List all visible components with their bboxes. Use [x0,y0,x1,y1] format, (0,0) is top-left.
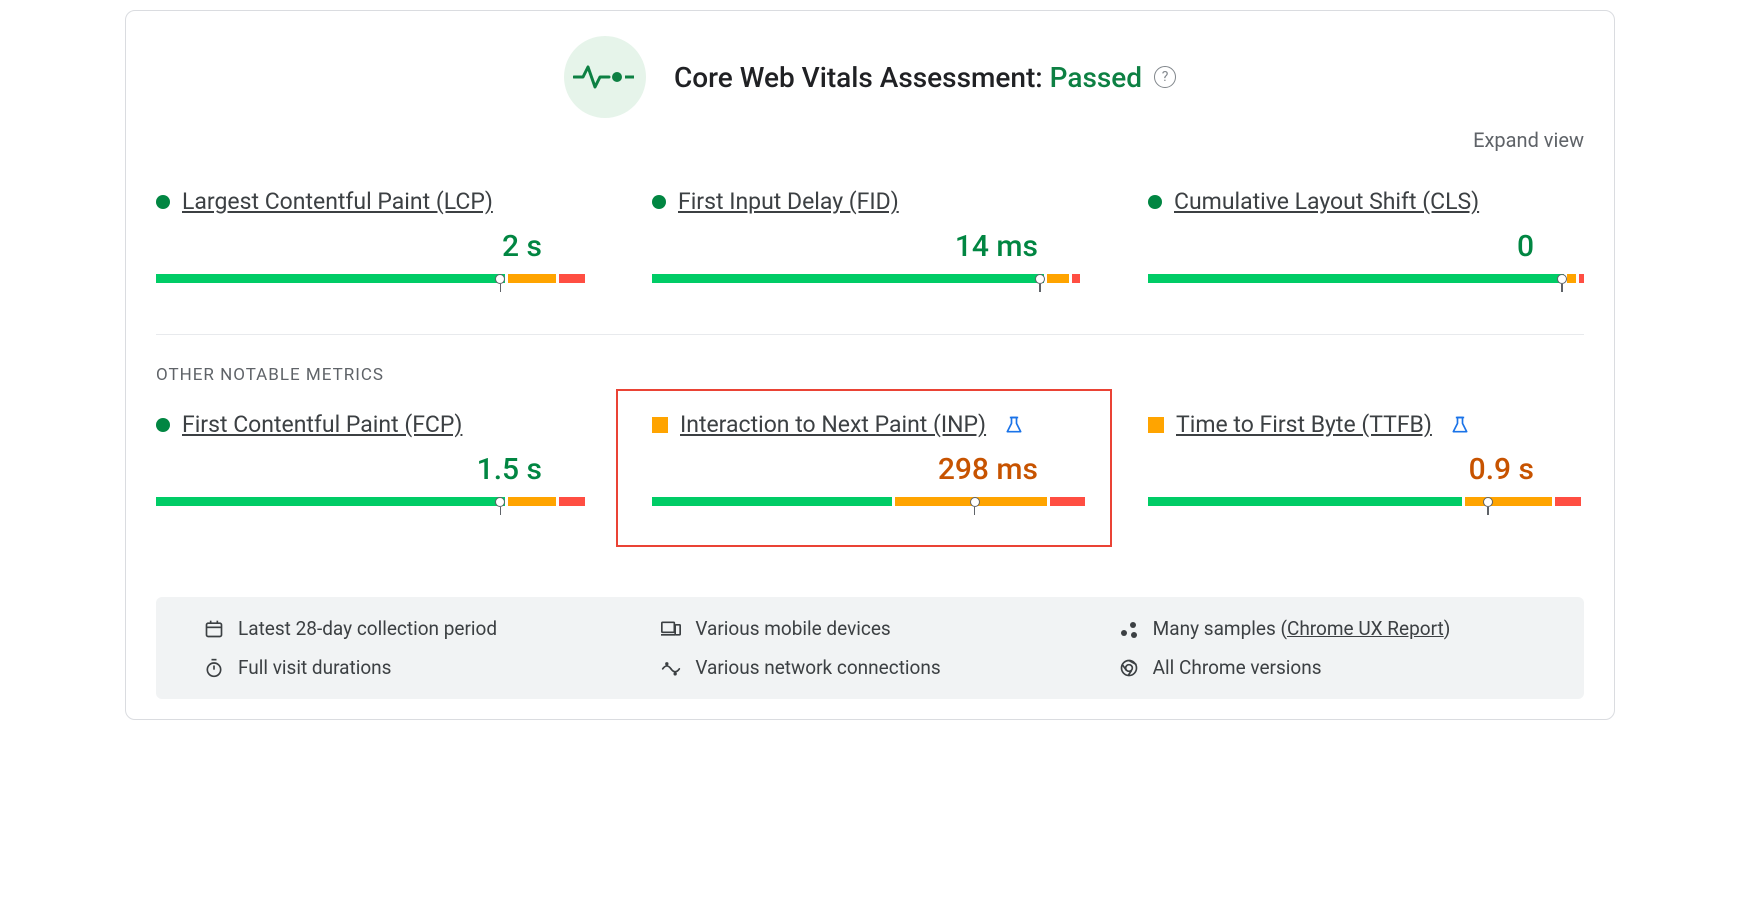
metric-fcp-gauge [156,497,592,517]
footer-visit-durations-text: Full visit durations [238,656,391,679]
gauge-marker-icon [970,497,980,515]
metric-fid-value: 14 ms [652,229,1088,264]
metric-fcp-name-link[interactable]: First Contentful Paint (FCP) [182,411,462,438]
assessment-title: Core Web Vitals Assessment: Passed ? [674,61,1176,94]
footer-chrome-versions: All Chrome versions [1119,656,1536,679]
metric-inp-value: 298 ms [652,452,1088,487]
status-good-icon [156,195,170,209]
calendar-icon [204,619,224,639]
metric-cls-name-link[interactable]: Cumulative Layout Shift (CLS) [1174,188,1479,215]
gauge-segment-red [559,497,585,506]
metric-lcp-gauge [156,274,592,294]
chrome-icon [1119,658,1139,678]
gauge-segment-amber [508,274,556,283]
gauge-marker-icon [1557,274,1567,292]
metric-fid-gauge [652,274,1088,294]
gauge-segment-red [1579,274,1584,283]
card-header: Core Web Vitals Assessment: Passed ? [156,36,1584,118]
metric-ttfb-gauge [1148,497,1584,517]
metric-ttfb: Time to First Byte (TTFB) 0.9 s [1148,411,1584,517]
footer-collection-period: Latest 28-day collection period [204,617,621,640]
footer-samples-text: Many samples (Chrome UX Report) [1153,617,1451,640]
gauge-marker-icon [495,497,505,515]
footer-connections-text: Various network connections [695,656,940,679]
status-good-icon [156,418,170,432]
footer-collection-period-text: Latest 28-day collection period [238,617,497,640]
gauge-segment-amber [1465,497,1552,506]
metric-fcp: First Contentful Paint (FCP) 1.5 s [156,411,592,517]
help-icon[interactable]: ? [1154,66,1176,88]
footer-devices-text: Various mobile devices [695,617,890,640]
footer-connections: Various network connections [661,656,1078,679]
section-divider [156,334,1584,335]
experimental-flask-icon [1004,415,1024,435]
other-metrics-heading: OTHER NOTABLE METRICS [156,365,1584,385]
footer-devices: Various mobile devices [661,617,1078,640]
gauge-segment-amber [508,497,556,506]
assessment-status: Passed [1050,61,1142,94]
gauge-segment-green [652,274,1044,283]
metric-lcp-name-link[interactable]: Largest Contentful Paint (LCP) [182,188,493,215]
gauge-marker-icon [495,274,505,292]
experimental-flask-icon [1450,415,1470,435]
gauge-segment-amber [1047,274,1069,283]
status-needs-improvement-icon [652,417,668,433]
metric-cls-value: 0 [1148,229,1584,264]
assessment-title-text: Core Web Vitals Assessment: [674,61,1050,94]
vitals-pulse-icon [564,36,646,118]
data-provenance-panel: Latest 28-day collection period Various … [156,597,1584,699]
metric-fid-name-link[interactable]: First Input Delay (FID) [678,188,899,215]
metric-inp: Interaction to Next Paint (INP) 298 ms [652,411,1088,517]
core-metrics-row: Largest Contentful Paint (LCP) 2 s First I… [156,188,1584,334]
metric-lcp: Largest Contentful Paint (LCP) 2 s [156,188,592,294]
other-metrics-row: First Contentful Paint (FCP) 1.5 s Interac… [156,411,1584,557]
gauge-segment-red [1555,497,1581,506]
metric-ttfb-value: 0.9 s [1148,452,1584,487]
gauge-segment-red [1072,274,1080,283]
devices-icon [661,619,681,639]
chrome-ux-report-link[interactable]: Chrome UX Report [1287,617,1444,640]
gauge-segment-green [156,497,505,506]
metric-cls-gauge [1148,274,1584,294]
gauge-segment-green [652,497,892,506]
gauge-segment-amber [1567,274,1576,283]
gauge-segment-green [1148,274,1564,283]
network-icon [661,658,681,678]
gauge-segment-green [1148,497,1462,506]
metric-inp-gauge [652,497,1088,517]
scatter-icon [1119,619,1139,639]
footer-chrome-versions-text: All Chrome versions [1153,656,1322,679]
footer-visit-durations: Full visit durations [204,656,621,679]
gauge-segment-green [156,274,505,283]
metric-fcp-value: 1.5 s [156,452,592,487]
web-vitals-card: Core Web Vitals Assessment: Passed ? Exp… [125,10,1615,720]
gauge-segment-red [559,274,585,283]
metric-fid: First Input Delay (FID) 14 ms [652,188,1088,294]
status-good-icon [1148,195,1162,209]
metric-ttfb-name-link[interactable]: Time to First Byte (TTFB) [1176,411,1432,438]
metric-inp-name-link[interactable]: Interaction to Next Paint (INP) [680,411,986,438]
metric-cls: Cumulative Layout Shift (CLS) 0 [1148,188,1584,294]
gauge-marker-icon [1035,274,1045,292]
status-good-icon [652,195,666,209]
gauge-segment-red [1050,497,1085,506]
stopwatch-icon [204,658,224,678]
footer-samples: Many samples (Chrome UX Report) [1119,617,1536,640]
status-needs-improvement-icon [1148,417,1164,433]
expand-view-button[interactable]: Expand view [1473,128,1584,152]
gauge-marker-icon [1483,497,1493,515]
metric-lcp-value: 2 s [156,229,592,264]
